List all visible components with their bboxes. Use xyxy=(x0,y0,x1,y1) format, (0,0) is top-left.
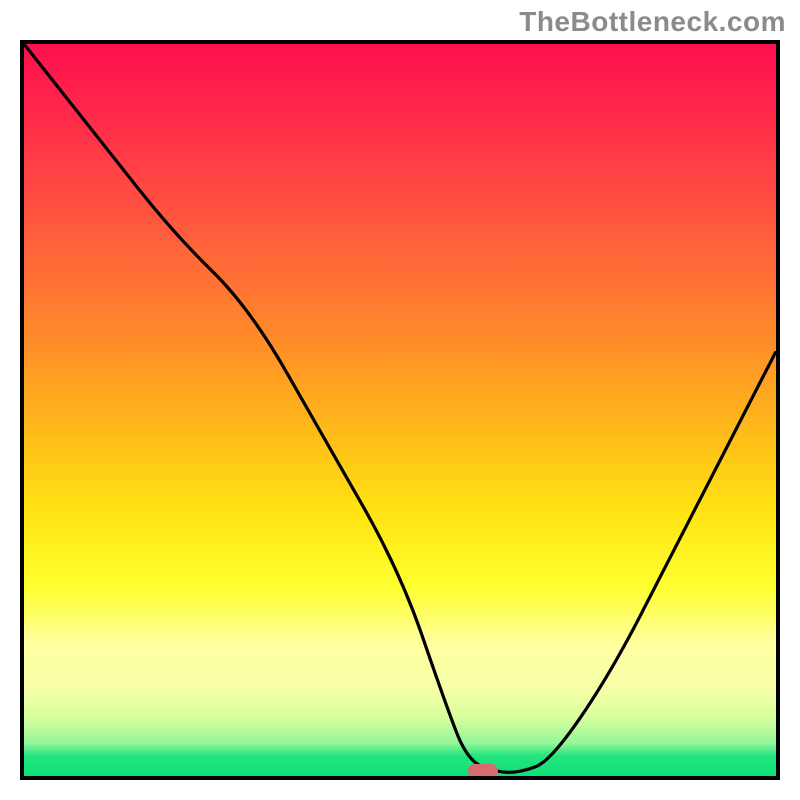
curve-path xyxy=(24,44,776,772)
watermark-text: TheBottleneck.com xyxy=(519,6,786,38)
plot-area xyxy=(20,40,780,780)
chart-container: TheBottleneck.com xyxy=(0,0,800,800)
bottleneck-curve xyxy=(24,44,776,776)
optimal-point-marker xyxy=(468,764,498,778)
